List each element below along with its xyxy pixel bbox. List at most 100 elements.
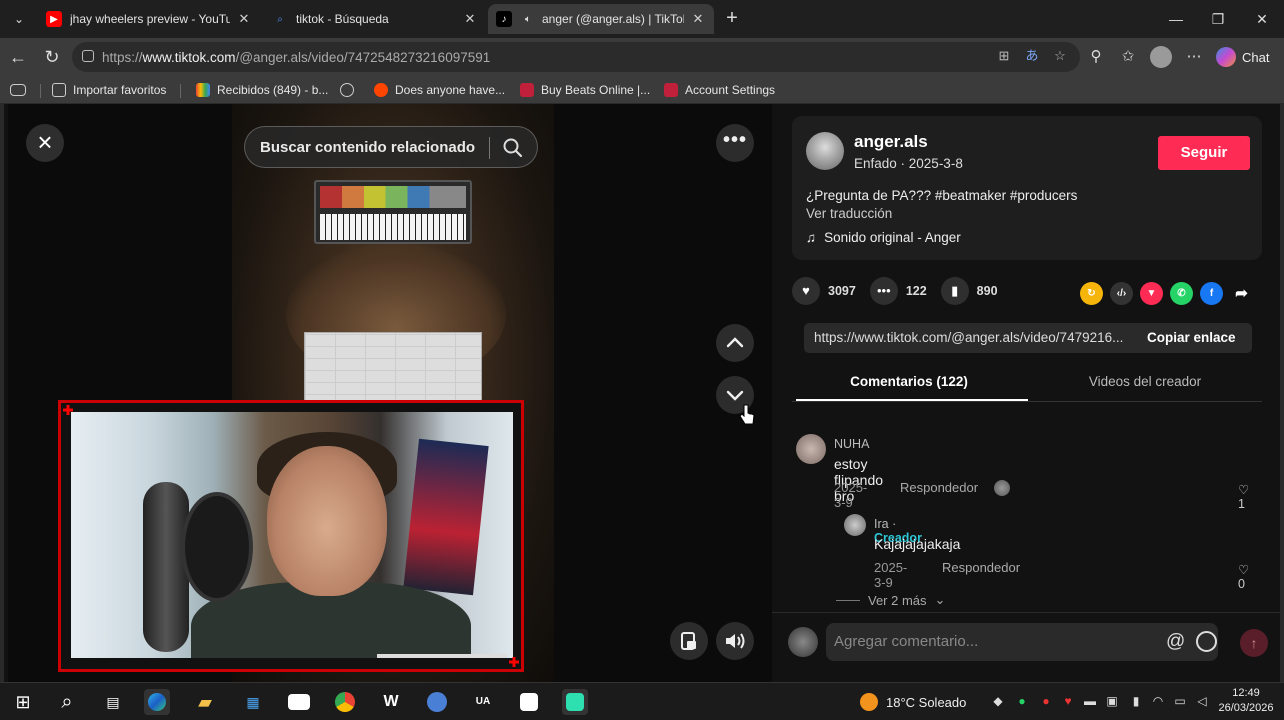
more-menu-icon[interactable]: ⋯ bbox=[1184, 47, 1204, 67]
favorite-import[interactable]: Importar favoritos bbox=[52, 81, 166, 99]
tab-bing-search[interactable]: ⌕ tiktok - Búsqueda ✕ bbox=[264, 4, 486, 34]
author-name[interactable]: anger.als bbox=[854, 132, 928, 152]
tab-creator-videos[interactable]: Videos del creador bbox=[1028, 374, 1262, 389]
favorite-inbox[interactable]: Recibidos (849) - b... bbox=[196, 81, 328, 99]
tab-tiktok[interactable]: ♪ 🔈︎ anger (@anger.als) | TikTok ✕ bbox=[488, 4, 714, 34]
favorites-icon[interactable]: ✩ bbox=[1118, 47, 1138, 67]
more-options-button[interactable]: ••• bbox=[716, 124, 754, 162]
repost-icon[interactable]: ↻ bbox=[1080, 282, 1103, 305]
restore-icon[interactable]: ❐ bbox=[1198, 6, 1238, 32]
windows-start-icon[interactable]: ⊞ bbox=[10, 689, 36, 715]
whatsapp-icon[interactable]: ✆ bbox=[1170, 282, 1193, 305]
tray-app-icon[interactable]: ▬ bbox=[1082, 693, 1098, 709]
tray-app-icon[interactable]: ▣ bbox=[1104, 693, 1120, 709]
send-friend-icon[interactable]: ▼ bbox=[1140, 282, 1163, 305]
author-avatar[interactable] bbox=[806, 132, 844, 170]
corner-marker-icon bbox=[509, 657, 519, 667]
ua-app-icon[interactable]: UA bbox=[470, 689, 496, 715]
save-button[interactable]: ▮ 890 bbox=[940, 277, 998, 305]
favorite-globe[interactable] bbox=[340, 81, 361, 99]
close-video-button[interactable]: × bbox=[26, 124, 64, 162]
tab-actions-menu[interactable]: ⌄ bbox=[6, 7, 32, 31]
tray-app-icon[interactable]: ● bbox=[1038, 693, 1054, 709]
comment-username[interactable]: NUHA bbox=[834, 437, 869, 451]
comment-count: 122 bbox=[905, 284, 927, 298]
store-icon[interactable]: ▦ bbox=[240, 689, 266, 715]
edge-icon[interactable] bbox=[144, 689, 170, 715]
back-arrow-icon[interactable]: ← bbox=[4, 44, 32, 70]
comment-icon: ••• bbox=[869, 277, 898, 305]
capcut-icon[interactable] bbox=[516, 689, 542, 715]
close-tab-icon[interactable]: ✕ bbox=[690, 11, 706, 27]
favorite-account[interactable]: Account Settings bbox=[664, 81, 775, 99]
video-player-area[interactable]: × Buscar contenido relacionado ••• bbox=[8, 104, 772, 682]
close-tab-icon[interactable]: ✕ bbox=[462, 11, 478, 27]
share-link-text[interactable]: https://www.tiktok.com/@anger.als/video/… bbox=[814, 330, 1132, 345]
tab-comments[interactable]: Comentarios (122) bbox=[792, 374, 1026, 389]
file-explorer-icon[interactable]: ▰ bbox=[192, 689, 218, 715]
reply-button[interactable]: Respondedor bbox=[900, 480, 978, 495]
wifi-icon[interactable]: ◠ bbox=[1150, 693, 1166, 709]
search-icon[interactable] bbox=[502, 137, 524, 159]
picture-in-picture-button[interactable] bbox=[670, 622, 708, 660]
see-translation-link[interactable]: Ver traducción bbox=[806, 206, 892, 221]
favorite-reddit[interactable]: Does anyone have... bbox=[374, 81, 505, 99]
url-field[interactable]: https://www.tiktok.com/@anger.als/video/… bbox=[72, 42, 1080, 72]
emoji-icon[interactable] bbox=[1196, 631, 1217, 652]
app-available-icon[interactable]: ⊞ bbox=[996, 48, 1012, 64]
refresh-icon[interactable]: ↻ bbox=[38, 44, 66, 70]
tray-app-icon[interactable]: ♥ bbox=[1060, 693, 1076, 709]
minimize-icon[interactable]: — bbox=[1156, 6, 1196, 32]
close-tab-icon[interactable]: ✕ bbox=[236, 11, 252, 27]
comment-like-button[interactable]: ♡ 1 bbox=[1238, 482, 1249, 511]
reading-view-icon[interactable] bbox=[10, 81, 33, 99]
obs-app-icon[interactable] bbox=[562, 689, 588, 715]
mention-icon[interactable]: @ bbox=[1166, 631, 1185, 653]
comment-button[interactable]: ••• 122 bbox=[869, 277, 927, 305]
commenter-avatar[interactable] bbox=[844, 514, 866, 536]
commenter-avatar[interactable] bbox=[796, 434, 826, 464]
profile-avatar[interactable] bbox=[1150, 46, 1172, 68]
youtube-app-icon[interactable] bbox=[286, 689, 312, 715]
close-window-icon[interactable]: ✕ bbox=[1242, 6, 1282, 32]
view-more-replies[interactable]: Ver 2 más ⌄ bbox=[836, 592, 945, 608]
copilot-chat-button[interactable]: Chat bbox=[1216, 44, 1278, 70]
url-path: /@anger.als/video/7472548273216097591 bbox=[235, 49, 491, 65]
facebook-icon[interactable]: f bbox=[1200, 282, 1223, 305]
qbittorrent-icon[interactable] bbox=[424, 689, 450, 715]
speaker-icon[interactable]: 🔈︎ bbox=[520, 11, 536, 27]
tab-youtube[interactable]: ▶ jhay wheelers preview - YouTube ✕ bbox=[38, 4, 260, 34]
previous-video-button[interactable] bbox=[716, 324, 754, 362]
system-clock[interactable]: 12:49 26/03/2026 bbox=[1216, 686, 1276, 716]
task-view-icon[interactable]: ▤ bbox=[100, 689, 126, 715]
wavepad-icon[interactable]: W bbox=[378, 689, 404, 715]
comment-like-button[interactable]: ♡ 0 bbox=[1238, 562, 1249, 591]
weather-widget[interactable]: 18°C Soleado bbox=[860, 693, 966, 711]
extensions-icon[interactable]: ⚲ bbox=[1086, 47, 1106, 67]
user-avatar[interactable] bbox=[788, 627, 818, 657]
like-button[interactable]: ♥ 3097 bbox=[792, 277, 856, 305]
embed-icon[interactable]: ‹/› bbox=[1110, 282, 1133, 305]
volume-button[interactable] bbox=[716, 622, 754, 660]
favorite-beats[interactable]: Buy Beats Online |... bbox=[520, 81, 650, 99]
reply-button[interactable]: Respondedor bbox=[942, 560, 1020, 575]
url-prefix: https:// bbox=[102, 49, 143, 65]
tray-app-icon[interactable]: ◆ bbox=[990, 693, 1006, 709]
favorite-star-icon[interactable]: ☆ bbox=[1052, 48, 1068, 64]
related-search-box[interactable]: Buscar contenido relacionado bbox=[244, 126, 538, 168]
new-tab-button[interactable]: + bbox=[720, 8, 744, 30]
post-comment-button[interactable]: ↑ bbox=[1240, 629, 1268, 657]
tray-app-icon[interactable]: ▮ bbox=[1128, 693, 1144, 709]
chrome-icon[interactable] bbox=[332, 689, 358, 715]
follow-button[interactable]: Seguir bbox=[1158, 136, 1250, 170]
speaker-icon[interactable]: ◁ bbox=[1194, 693, 1210, 709]
search-icon[interactable]: ⌕ bbox=[54, 689, 80, 715]
battery-icon[interactable]: ▭ bbox=[1172, 693, 1188, 709]
comment-input[interactable]: Agregar comentario... bbox=[826, 623, 1218, 661]
translate-icon[interactable]: あ bbox=[1024, 48, 1040, 64]
copy-link-button[interactable]: Copiar enlace bbox=[1147, 330, 1236, 345]
share-arrow-icon[interactable]: ➦ bbox=[1230, 282, 1253, 305]
active-tab-indicator bbox=[796, 399, 1028, 401]
sound-link[interactable]: ♫ Sonido original - Anger bbox=[806, 230, 961, 245]
whatsapp-tray-icon[interactable]: ● bbox=[1014, 693, 1030, 709]
